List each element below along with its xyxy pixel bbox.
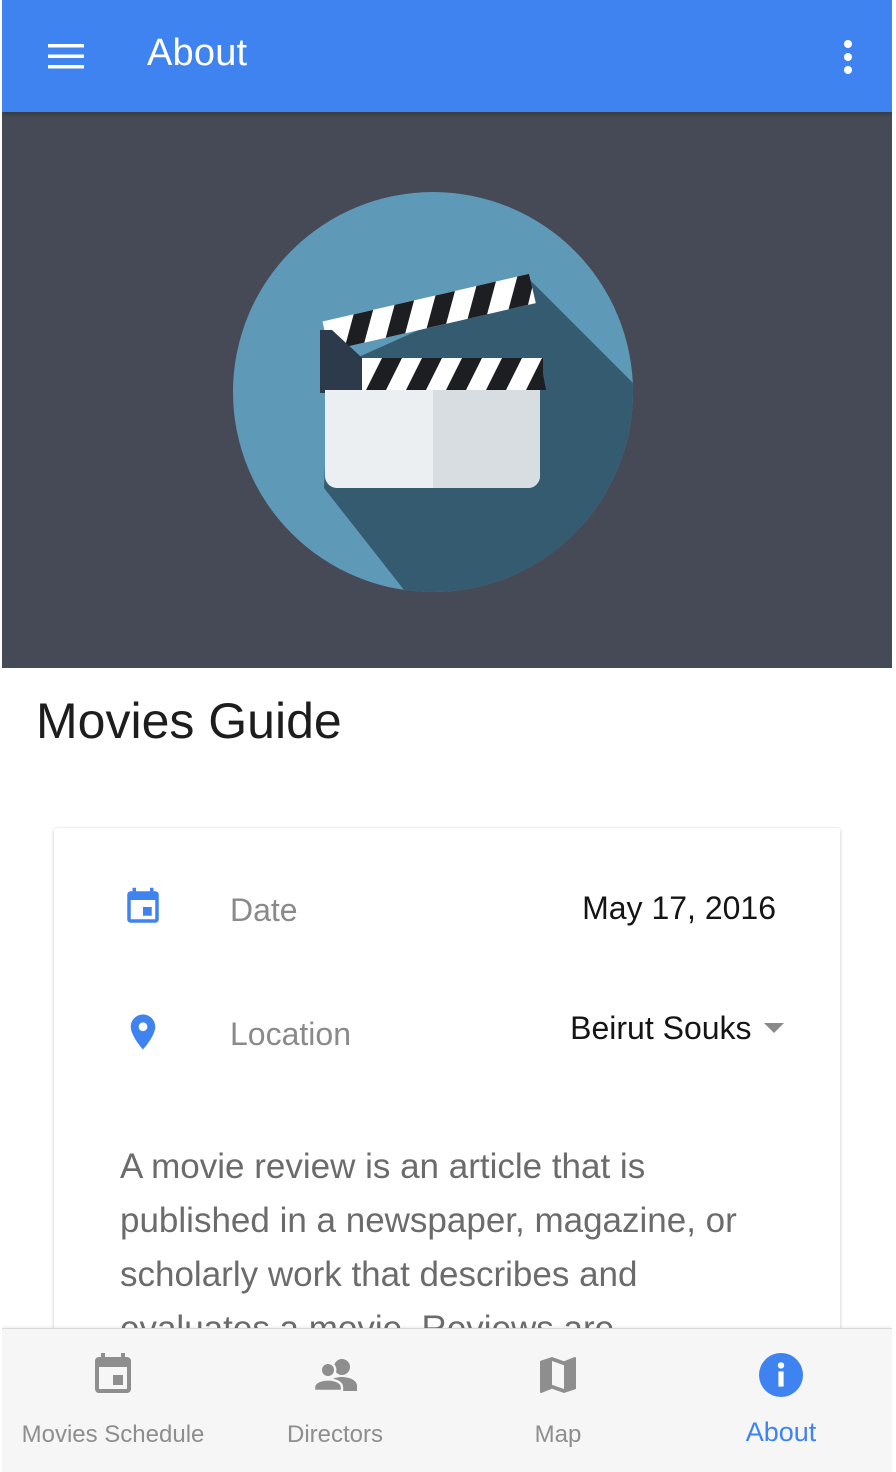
app-name: Movies Guide xyxy=(36,693,342,749)
details-card: Date May 17, 2016 Location Beirut Souks … xyxy=(54,828,840,1388)
nav-item-directors[interactable]: Directors xyxy=(224,1329,446,1472)
calendar-icon xyxy=(127,887,159,923)
film-clapperboard-icon xyxy=(233,192,633,592)
page-title: About xyxy=(147,32,248,74)
people-icon xyxy=(312,1359,357,1393)
nav-item-movies-schedule[interactable]: Movies Schedule xyxy=(2,1329,224,1472)
nav-label: Movies Schedule xyxy=(21,1421,205,1448)
info-icon xyxy=(759,1353,803,1397)
dropdown-arrow-icon xyxy=(764,1022,784,1033)
location-pin-icon xyxy=(130,1014,156,1050)
nav-item-map[interactable]: Map xyxy=(447,1329,669,1472)
location-label: Location xyxy=(230,1016,351,1052)
date-value[interactable]: May 17, 2016 xyxy=(582,890,776,927)
nav-label: About xyxy=(745,1417,817,1447)
bottom-navigation: Movies Schedule Directors Map About xyxy=(2,1328,892,1472)
date-label: Date xyxy=(230,892,298,928)
about-description: A movie review is an article that is pub… xyxy=(120,1147,737,1348)
map-icon xyxy=(540,1357,576,1393)
more-vert-icon xyxy=(844,40,852,74)
hero-banner xyxy=(2,112,892,668)
hamburger-menu-icon xyxy=(48,44,84,69)
calendar-icon xyxy=(95,1353,131,1393)
location-value: Beirut Souks xyxy=(570,1010,752,1046)
location-row: Location Beirut Souks xyxy=(54,992,840,1072)
about-screen: About Movies Guide Date May 17, 2016 Loc… xyxy=(2,0,892,1472)
nav-item-about[interactable]: About xyxy=(670,1329,892,1472)
nav-label: Map xyxy=(534,1421,582,1448)
app-bar: About xyxy=(2,0,892,112)
overflow-menu-button[interactable] xyxy=(822,30,874,82)
nav-label: Directors xyxy=(286,1421,383,1448)
location-dropdown[interactable]: Beirut Souks xyxy=(570,1010,784,1054)
menu-button[interactable] xyxy=(32,30,88,82)
date-row: Date May 17, 2016 xyxy=(54,868,840,948)
